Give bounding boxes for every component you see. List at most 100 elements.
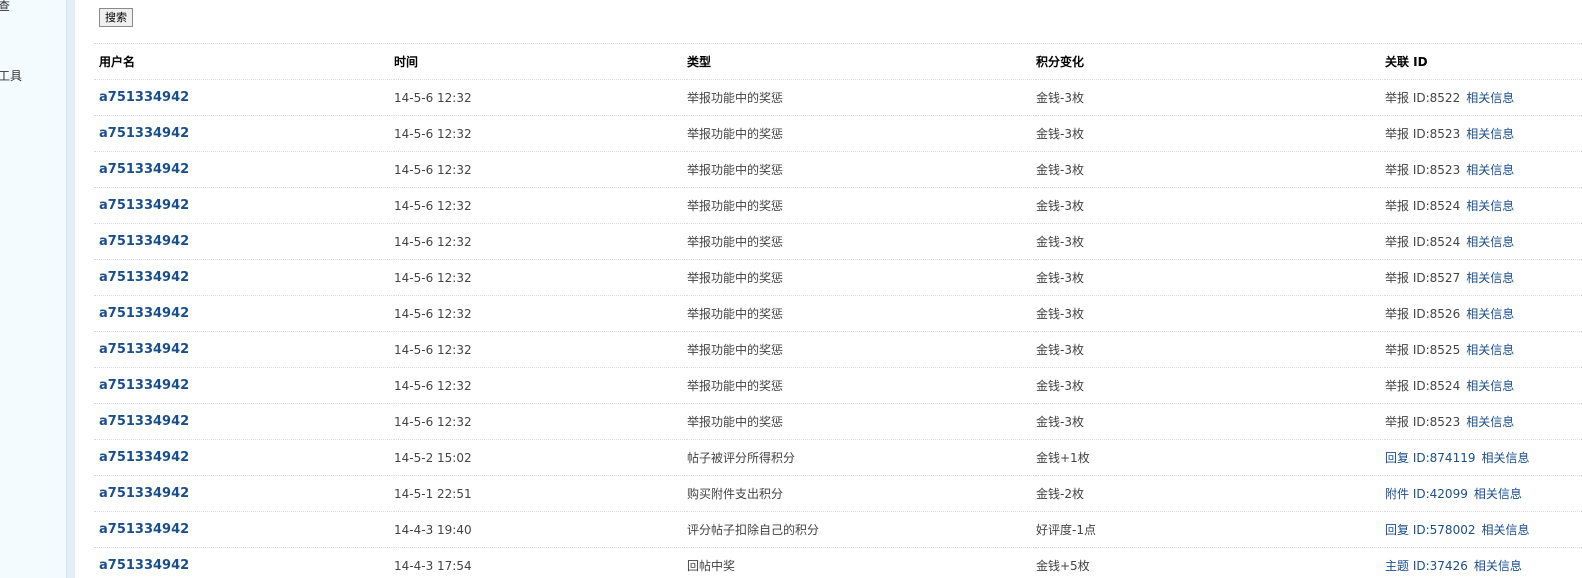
related-id-cell: 举报 ID:8523 相关信息 — [1385, 151, 1582, 188]
username-link[interactable]: a751334942 — [99, 306, 189, 321]
related-type: 举报 — [1385, 343, 1410, 357]
related-id: ID:8523 — [1412, 415, 1461, 429]
related-info-link[interactable]: 相关信息 — [1474, 487, 1522, 501]
related-type[interactable]: 附件 — [1385, 487, 1409, 501]
credit-change-cell: 金钱-3枚 — [1036, 259, 1385, 296]
credit-change-cell: 金钱+1枚 — [1036, 439, 1385, 476]
main-content: 搜索 用户名 时间 类型 积分变化 关联 ID a751334942 14-5-6… — [90, 0, 1582, 578]
related-info-link[interactable]: 相关信息 — [1466, 199, 1514, 213]
username-cell: a751334942 — [94, 223, 394, 260]
related-info-link[interactable]: 相关信息 — [1466, 163, 1514, 177]
column-header-type: 类型 — [687, 44, 1036, 80]
related-info-link[interactable]: 相关信息 — [1466, 235, 1514, 249]
credit-change-cell: 金钱-3枚 — [1036, 79, 1385, 116]
table-row: a751334942 14-4-3 19:40 评分帖子扣除自己的积分 好评度-1点回… — [94, 511, 1582, 548]
credit-change-cell: 好评度-1点 — [1036, 511, 1385, 548]
time-cell: 14-5-6 12:32 — [394, 223, 687, 260]
related-id-cell: 举报 ID:8522 相关信息 — [1385, 79, 1582, 116]
nav-item-check[interactable]: 检查 — [0, 0, 10, 14]
related-info-link[interactable]: 相关信息 — [1466, 307, 1514, 321]
related-id: ID:8526 — [1412, 307, 1461, 321]
time-cell: 14-5-6 12:32 — [394, 151, 687, 188]
username-link[interactable]: a751334942 — [99, 522, 189, 537]
time-cell: 14-5-6 12:32 — [394, 115, 687, 152]
related-info-link[interactable]: 相关信息 — [1474, 559, 1522, 573]
credit-change-cell: 金钱-3枚 — [1036, 187, 1385, 224]
search-button[interactable]: 搜索 — [99, 8, 133, 27]
table-row: a751334942 14-5-6 12:32 举报功能中的奖惩 金钱-3枚 举报 ID… — [94, 187, 1582, 224]
related-type[interactable]: 回复 — [1385, 451, 1409, 465]
username-cell: a751334942 — [94, 259, 394, 296]
related-type: 举报 — [1385, 163, 1410, 177]
username-link[interactable]: a751334942 — [99, 90, 189, 105]
time-cell: 14-5-6 12:32 — [394, 331, 687, 368]
related-info-link[interactable]: 相关信息 — [1481, 451, 1529, 465]
time-cell: 14-5-6 12:32 — [394, 187, 687, 224]
related-id[interactable]: ID:578002 — [1413, 523, 1476, 537]
related-type: 举报 — [1385, 199, 1410, 213]
type-cell: 举报功能中的奖惩 — [687, 115, 1036, 152]
related-id-cell: 举报 ID:8526 相关信息 — [1385, 295, 1582, 332]
username-link[interactable]: a751334942 — [99, 270, 189, 285]
credit-change-cell: 金钱-3枚 — [1036, 331, 1385, 368]
type-cell: 回帖中奖 — [687, 547, 1036, 578]
type-cell: 帖子被评分所得积分 — [687, 439, 1036, 476]
nav-item-new-tools[interactable]: 新工具 — [0, 67, 22, 84]
username-cell: a751334942 — [94, 151, 394, 188]
type-cell: 举报功能中的奖惩 — [687, 223, 1036, 260]
related-id[interactable]: ID:37426 — [1413, 559, 1468, 573]
time-cell: 14-4-3 19:40 — [394, 511, 687, 548]
username-link[interactable]: a751334942 — [99, 198, 189, 213]
table-row: a751334942 14-5-6 12:32 举报功能中的奖惩 金钱-3枚 举报 ID… — [94, 79, 1582, 116]
table-row: a751334942 14-5-6 12:32 举报功能中的奖惩 金钱-3枚 举报 ID… — [94, 295, 1582, 332]
username-link[interactable]: a751334942 — [99, 234, 189, 249]
related-type: 举报 — [1385, 271, 1410, 285]
type-cell: 举报功能中的奖惩 — [687, 403, 1036, 440]
table-row: a751334942 14-5-6 12:32 举报功能中的奖惩 金钱-3枚 举报 ID… — [94, 151, 1582, 188]
username-cell: a751334942 — [94, 295, 394, 332]
related-id[interactable]: ID:42099 — [1413, 487, 1468, 501]
type-cell: 购买附件支出积分 — [687, 475, 1036, 512]
username-link[interactable]: a751334942 — [99, 378, 189, 393]
username-cell: a751334942 — [94, 331, 394, 368]
related-id[interactable]: ID:874119 — [1413, 451, 1476, 465]
username-cell: a751334942 — [94, 115, 394, 152]
time-cell: 14-4-3 17:54 — [394, 547, 687, 578]
username-link[interactable]: a751334942 — [99, 558, 189, 573]
table-row: a751334942 14-5-1 22:51 购买附件支出积分 金钱-2枚 附件 ID… — [94, 475, 1582, 512]
username-link[interactable]: a751334942 — [99, 342, 189, 357]
time-cell: 14-5-6 12:32 — [394, 79, 687, 116]
credit-change-cell: 金钱-3枚 — [1036, 403, 1385, 440]
credit-change-cell: 金钱-3枚 — [1036, 223, 1385, 260]
type-cell: 举报功能中的奖惩 — [687, 367, 1036, 404]
username-cell: a751334942 — [94, 511, 394, 548]
related-info-link[interactable]: 相关信息 — [1466, 379, 1514, 393]
username-link[interactable]: a751334942 — [99, 414, 189, 429]
related-info-link[interactable]: 相关信息 — [1481, 523, 1529, 537]
related-info-link[interactable]: 相关信息 — [1466, 415, 1514, 429]
related-info-link[interactable]: 相关信息 — [1466, 91, 1514, 105]
related-id: ID:8524 — [1412, 379, 1461, 393]
related-type: 举报 — [1385, 127, 1410, 141]
related-id-cell: 举报 ID:8524 相关信息 — [1385, 367, 1582, 404]
username-link[interactable]: a751334942 — [99, 450, 189, 465]
related-info-link[interactable]: 相关信息 — [1466, 271, 1514, 285]
related-info-link[interactable]: 相关信息 — [1466, 127, 1514, 141]
username-cell: a751334942 — [94, 187, 394, 224]
type-cell: 举报功能中的奖惩 — [687, 331, 1036, 368]
app-frame: 检查 验 新工具 搜索 用户名 时间 类型 积分变化 关联 ID a751334… — [0, 0, 1582, 578]
username-link[interactable]: a751334942 — [99, 126, 189, 141]
related-type[interactable]: 主题 — [1385, 559, 1409, 573]
username-link[interactable]: a751334942 — [99, 486, 189, 501]
time-cell: 14-5-6 12:32 — [394, 259, 687, 296]
related-id-cell: 举报 ID:8523 相关信息 — [1385, 115, 1582, 152]
related-id-cell: 回复 ID:578002 相关信息 — [1385, 511, 1582, 548]
table-row: a751334942 14-5-6 12:32 举报功能中的奖惩 金钱-3枚 举报 ID… — [94, 403, 1582, 440]
username-link[interactable]: a751334942 — [99, 162, 189, 177]
related-id: ID:8522 — [1412, 91, 1461, 105]
table-row: a751334942 14-5-2 15:02 帖子被评分所得积分 金钱+1枚 回复 I… — [94, 439, 1582, 476]
related-id: ID:8523 — [1412, 163, 1461, 177]
related-info-link[interactable]: 相关信息 — [1466, 343, 1514, 357]
related-type[interactable]: 回复 — [1385, 523, 1409, 537]
related-type: 举报 — [1385, 415, 1410, 429]
